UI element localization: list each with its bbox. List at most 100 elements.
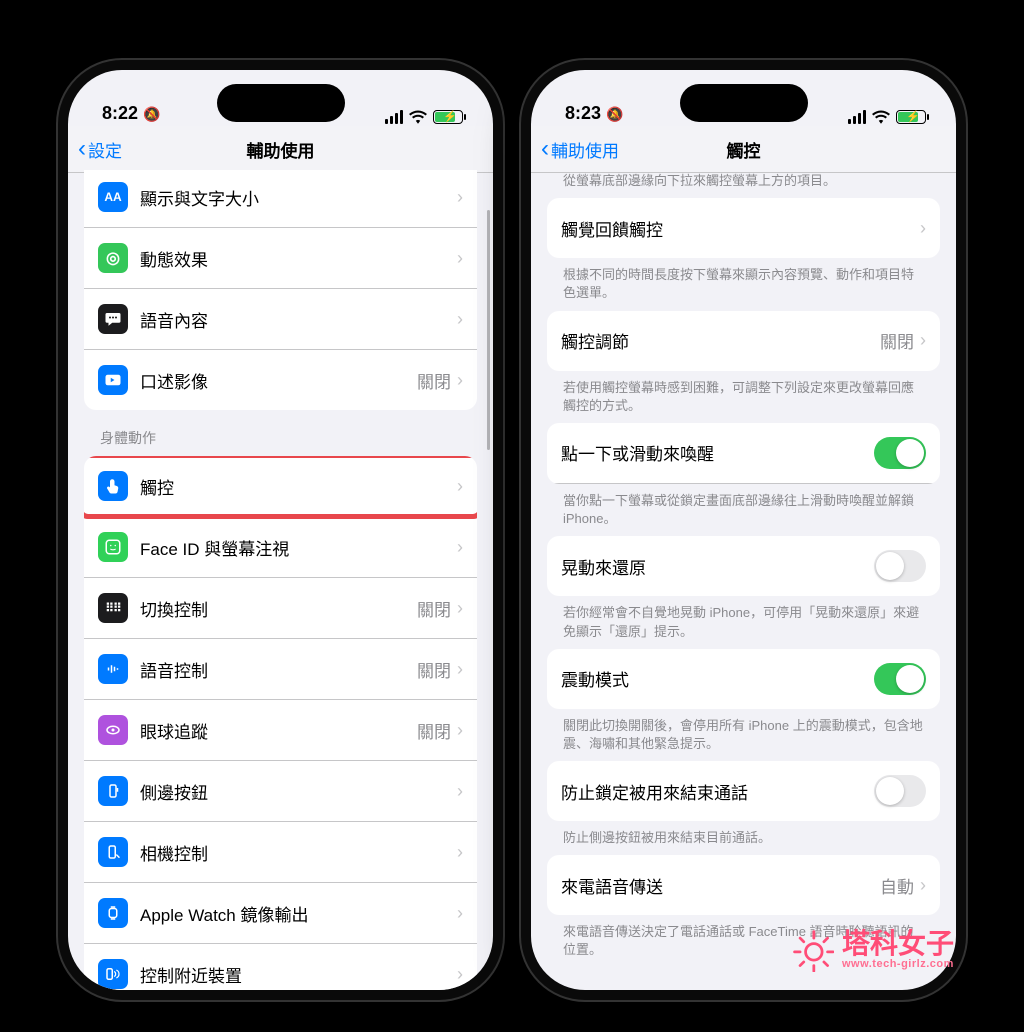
- faceid-icon: [98, 532, 128, 562]
- nearby-devices-icon: [98, 959, 128, 989]
- switch-toggle[interactable]: [874, 663, 926, 695]
- dynamic-island: [217, 84, 345, 122]
- list-item-side-button[interactable]: 側邊按鈕 ›: [84, 761, 477, 822]
- motion-icon: ◎: [98, 243, 128, 273]
- section-header-physical: 身體動作: [68, 410, 493, 456]
- back-label: 輔助使用: [551, 137, 619, 162]
- cellular-signal-icon: [848, 110, 866, 124]
- section-footer: 關閉此切換開關後，會停用所有 iPhone 上的震動模式，包含地震、海嘯和其他緊…: [531, 709, 956, 761]
- toggle-label: 防止鎖定被用來結束通話: [561, 779, 874, 804]
- section-footer: 根據不同的時間長度按下螢幕來顯示內容預覽、動作和項目特色選單。: [531, 258, 956, 310]
- group-tap-to-wake: 點一下或滑動來喚醒: [547, 423, 940, 484]
- toggle-prevent-lock-end-call[interactable]: 防止鎖定被用來結束通話: [547, 761, 940, 821]
- chevron-right-icon: ›: [457, 187, 463, 208]
- list-item-label: 來電語音傳送: [561, 873, 880, 898]
- sun-icon: [790, 928, 834, 972]
- list-item-label: 切換控制: [140, 596, 417, 621]
- toggle-shake-undo[interactable]: 晃動來還原: [547, 536, 940, 596]
- status-right: ⚡: [385, 110, 463, 124]
- list-item-touch-accommodation[interactable]: 觸控調節 關閉 ›: [547, 311, 940, 371]
- left-screen: 8:22 🔕 ⚡ ‹ 設定 輔助使用: [68, 70, 493, 990]
- chevron-right-icon: ›: [457, 598, 463, 619]
- list-item-label: 口述影像: [140, 368, 417, 393]
- mute-icon: 🔕: [606, 106, 623, 122]
- switch-toggle[interactable]: [874, 775, 926, 807]
- chevron-right-icon: ›: [457, 720, 463, 741]
- chevron-right-icon: ›: [457, 248, 463, 269]
- watermark-url: www.tech-girlz.com: [842, 958, 954, 970]
- list-item-label: 語音內容: [140, 307, 457, 332]
- scroll-content[interactable]: › AA 顯示與文字大小 › ◎ 動態效果 ›: [68, 170, 493, 990]
- wifi-icon: [409, 110, 427, 124]
- list-item-switch-control[interactable]: ⠿⠿ 切換控制 關閉 ›: [84, 578, 477, 639]
- side-button-icon: [98, 776, 128, 806]
- switch-toggle[interactable]: [874, 437, 926, 469]
- chevron-right-icon: ›: [457, 476, 463, 497]
- mute-icon: 🔕: [143, 106, 160, 122]
- back-button[interactable]: ‹ 設定: [78, 126, 122, 172]
- list-item-touch[interactable]: 觸控 ›: [84, 456, 477, 517]
- section-footer: 若你經常會不自覺地晃動 iPhone，可停用「晃動來還原」來避免顯示「還原」提示…: [531, 596, 956, 648]
- list-item-label: 語音控制: [140, 657, 417, 682]
- watermark: 塔科女子 www.tech-girlz.com: [790, 928, 954, 972]
- list-item-label: Apple Watch 鏡像輸出: [140, 901, 457, 926]
- watermark-brand: 塔科女子: [842, 930, 954, 958]
- list-item-label: Face ID 與螢幕注視: [140, 535, 457, 560]
- list-item-label: 觸覺回饋觸控: [561, 216, 920, 241]
- list-item-label: 相機控制: [140, 840, 457, 865]
- list-item-text-size[interactable]: AA 顯示與文字大小 ›: [84, 170, 477, 228]
- dynamic-island: [680, 84, 808, 122]
- list-item-label: 動態效果: [140, 246, 457, 271]
- chevron-right-icon: ›: [920, 218, 926, 239]
- left-iphone-frame: 8:22 🔕 ⚡ ‹ 設定 輔助使用: [58, 60, 503, 1000]
- list-item-speech[interactable]: 語音內容 ›: [84, 289, 477, 350]
- toggle-label: 晃動來還原: [561, 554, 874, 579]
- section-footer: 從螢幕底部邊緣向下拉來觸控螢幕上方的項目。: [531, 170, 956, 198]
- eye-tracking-icon: [98, 715, 128, 745]
- section-footer: 若使用觸控螢幕時感到困難，可調整下列設定來更改螢幕回應觸控的方式。: [531, 371, 956, 423]
- list-item-faceid[interactable]: Face ID 與螢幕注視 ›: [84, 517, 477, 578]
- toggle-tap-to-wake[interactable]: 點一下或滑動來喚醒: [547, 423, 940, 484]
- battery-icon: ⚡: [896, 110, 926, 124]
- list-item-voice-control[interactable]: 語音控制 關閉 ›: [84, 639, 477, 700]
- list-item-call-audio-routing[interactable]: 來電語音傳送 自動 ›: [547, 855, 940, 915]
- status-right: ⚡: [848, 110, 926, 124]
- list-item-haptic-touch[interactable]: 觸覺回饋觸控 ›: [547, 198, 940, 258]
- right-screen: 8:23 🔕 ⚡ ‹ 輔助使用 觸控: [531, 70, 956, 990]
- chevron-right-icon: ›: [457, 781, 463, 802]
- chevron-right-icon: ›: [920, 330, 926, 351]
- scroll-indicator[interactable]: [487, 210, 490, 450]
- navbar: ‹ 輔助使用 觸控: [531, 126, 956, 173]
- toggle-label: 震動模式: [561, 666, 874, 691]
- list-item-nearby-devices[interactable]: 控制附近裝置 ›: [84, 944, 477, 990]
- text-size-icon: AA: [98, 182, 128, 212]
- list-item-audio-description[interactable]: 口述影像 關閉 ›: [84, 350, 477, 410]
- battery-icon: ⚡: [433, 110, 463, 124]
- group-physical: 觸控 › Face ID 與螢幕注視 › ⠿⠿: [84, 456, 477, 990]
- list-item-eye-tracking[interactable]: 眼球追蹤 關閉 ›: [84, 700, 477, 761]
- chevron-right-icon: ›: [457, 903, 463, 924]
- list-item-watch-mirror[interactable]: Apple Watch 鏡像輸出 ›: [84, 883, 477, 944]
- list-item-camera-control[interactable]: 相機控制 ›: [84, 822, 477, 883]
- back-label: 設定: [88, 137, 122, 162]
- voice-control-icon: [98, 654, 128, 684]
- list-item-motion[interactable]: ◎ 動態效果 ›: [84, 228, 477, 289]
- list-item-detail: 自動: [880, 873, 914, 898]
- back-button[interactable]: ‹ 輔助使用: [541, 126, 619, 172]
- list-item-detail: 關閉: [417, 657, 451, 682]
- section-footer: 防止側邊按鈕被用來結束目前通話。: [531, 821, 956, 855]
- group-shake-undo: 晃動來還原: [547, 536, 940, 596]
- chevron-right-icon: ›: [920, 875, 926, 896]
- toggle-vibration[interactable]: 震動模式: [547, 649, 940, 709]
- switch-toggle[interactable]: [874, 550, 926, 582]
- chevron-right-icon: ›: [457, 964, 463, 985]
- switch-control-icon: ⠿⠿: [98, 593, 128, 623]
- status-time: 8:23 🔕: [565, 103, 623, 124]
- list-item-detail: 關閉: [417, 368, 451, 393]
- nav-title: 輔助使用: [68, 137, 493, 162]
- scroll-content[interactable]: 從螢幕底部邊緣向下拉來觸控螢幕上方的項目。 觸覺回饋觸控 › 根據不同的時間長度…: [531, 170, 956, 990]
- chevron-right-icon: ›: [457, 370, 463, 391]
- chevron-right-icon: ›: [457, 309, 463, 330]
- cellular-signal-icon: [385, 110, 403, 124]
- group-vision: › AA 顯示與文字大小 › ◎ 動態效果 ›: [84, 170, 477, 410]
